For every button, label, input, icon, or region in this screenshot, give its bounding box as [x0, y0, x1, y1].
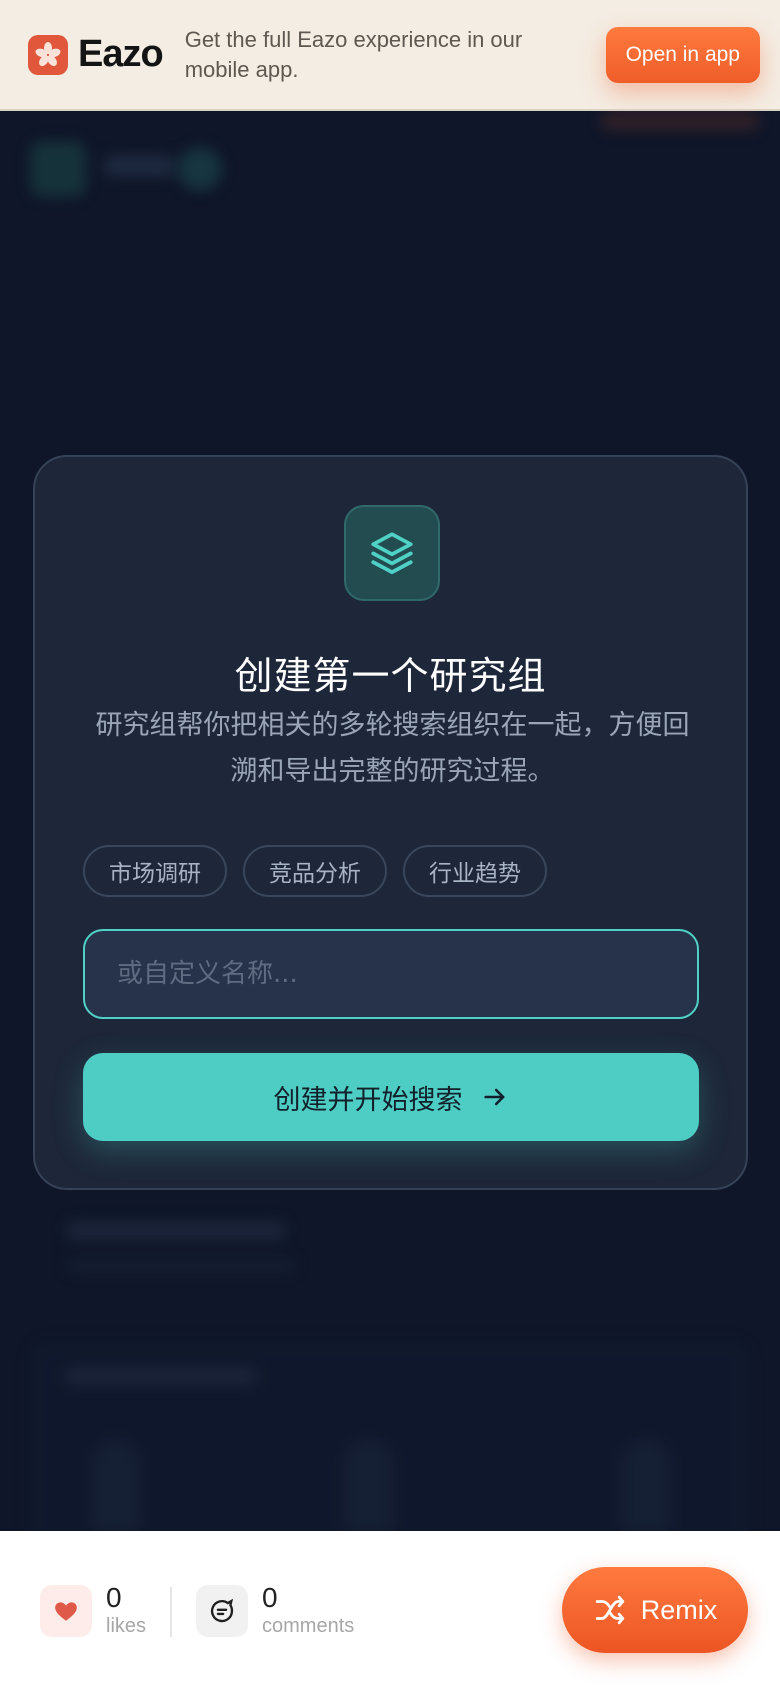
- bg-logo-icon: [30, 141, 86, 197]
- arrow-right-icon: [483, 1088, 504, 1106]
- bg-figure: [92, 1441, 140, 1531]
- dialog-title: 创建第一个研究组: [234, 654, 547, 698]
- create-button-label: 创建并开始搜索: [273, 1084, 463, 1116]
- create-and-search-button[interactable]: 创建并开始搜索: [83, 1053, 699, 1141]
- brand-logo: Eazo: [28, 33, 164, 76]
- chip-industry-trends[interactable]: 行业趋势: [403, 845, 547, 897]
- remix-button[interactable]: Remix: [562, 1567, 748, 1653]
- open-in-app-button[interactable]: Open in app: [605, 26, 760, 83]
- layers-icon: [344, 505, 440, 601]
- banner-message: Get the full Eazo experience in our mobi…: [184, 26, 523, 82]
- comments-stat[interactable]: 0 comments: [196, 1583, 354, 1639]
- likes-label: likes: [106, 1615, 147, 1637]
- brand-name: Eazo: [78, 33, 164, 75]
- comments-count: 0: [262, 1582, 278, 1613]
- dialog-description: 研究组帮你把相关的多轮搜索组织在一起，方便回溯和导出完整的研究过程。: [95, 710, 690, 787]
- likes-count: 0: [106, 1582, 122, 1613]
- eazo-logo-icon: [28, 34, 68, 75]
- heart-icon: [40, 1585, 92, 1637]
- bg-figure: [622, 1441, 670, 1531]
- comments-label: comments: [262, 1615, 355, 1637]
- bg-figure: [345, 1441, 393, 1531]
- remix-label: Remix: [640, 1594, 718, 1625]
- bottom-action-bar: 0 likes 0 comments Remix: [0, 1531, 780, 1688]
- bg-logo-text: [104, 155, 174, 177]
- chip-competitor-analysis[interactable]: 竞品分析: [243, 845, 387, 897]
- comment-icon: [196, 1585, 248, 1637]
- app-promo-banner: Eazo Get the full Eazo experience in our…: [0, 0, 780, 111]
- bg-text-line: [66, 1259, 296, 1273]
- bg-text-line: [66, 1367, 256, 1385]
- bg-avatar: [178, 147, 222, 191]
- bg-glow: [600, 111, 760, 131]
- create-research-group-dialog: 创建第一个研究组 研究组帮你把相关的多轮搜索组织在一起，方便回溯和导出完整的研究…: [33, 455, 748, 1190]
- stat-divider: [170, 1587, 172, 1637]
- chip-market-research[interactable]: 市场调研: [83, 845, 227, 897]
- suggestion-chips: 市场调研 竞品分析 行业趋势: [83, 845, 547, 897]
- shuffle-icon: [595, 1595, 624, 1625]
- bg-text-line: [66, 1221, 286, 1241]
- likes-stat[interactable]: 0 likes: [40, 1583, 146, 1639]
- group-name-input[interactable]: [83, 929, 699, 1019]
